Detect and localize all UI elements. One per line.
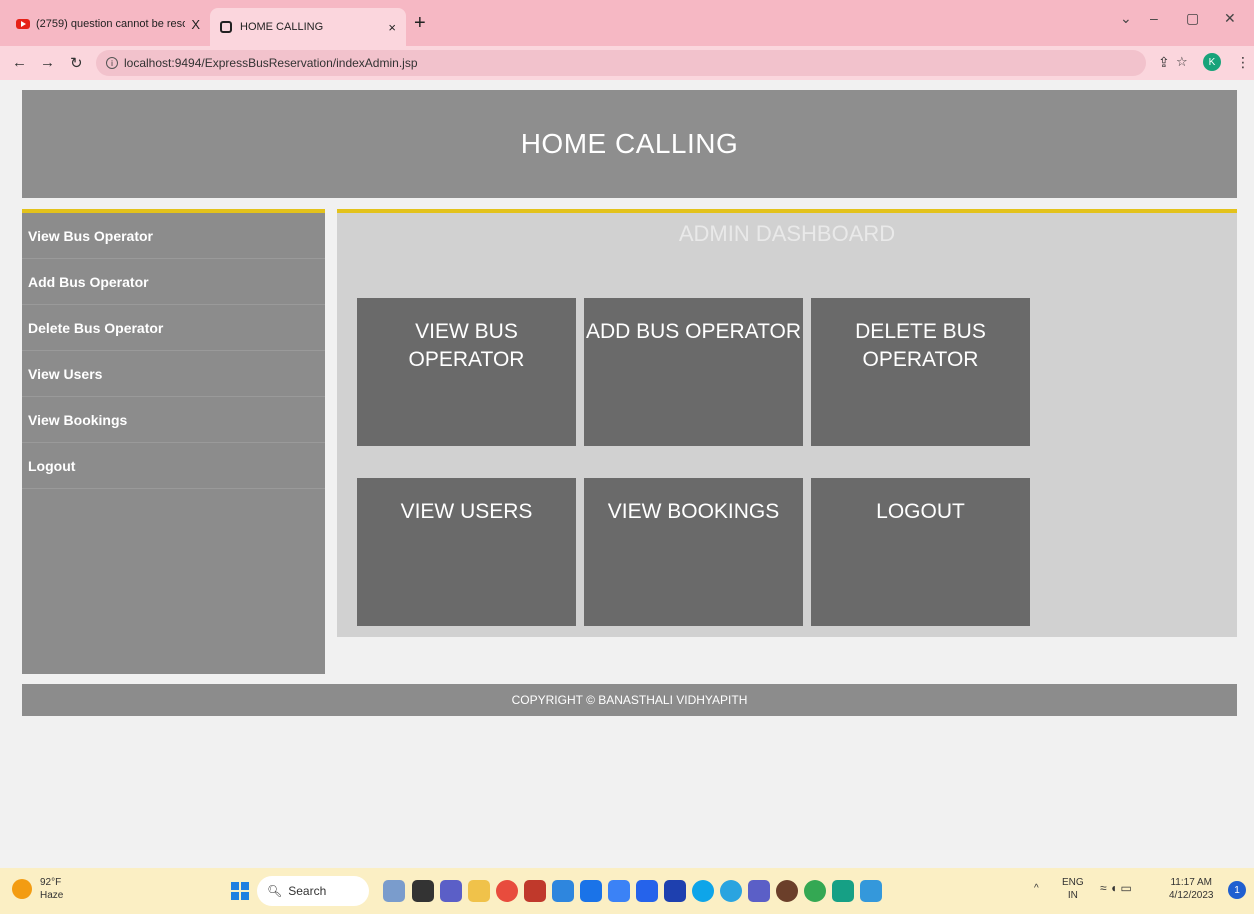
card-view-users[interactable]: VIEW USERS	[357, 478, 576, 626]
card-logout[interactable]: LOGOUT	[811, 478, 1030, 626]
forward-icon[interactable]: →	[40, 54, 55, 71]
network-volume-battery-icon[interactable]: ≈ ◖ ▭	[1100, 882, 1132, 895]
notification-badge[interactable]: 1	[1228, 881, 1246, 899]
taskbar-search[interactable]: 🔍︎ Search	[257, 876, 369, 906]
url-text: localhost:9494/ExpressBusReservation/ind…	[124, 56, 418, 70]
new-tab-button[interactable]: +	[414, 12, 426, 35]
minimize-icon[interactable]: –	[1150, 10, 1158, 26]
weather-temp: 92°F	[40, 877, 62, 888]
youtube-icon	[16, 19, 30, 29]
tab-close-icon[interactable]: X	[191, 17, 200, 32]
widgets-icon[interactable]	[383, 880, 405, 902]
close-window-icon[interactable]: ✕	[1224, 10, 1236, 27]
restore-icon[interactable]: ▢	[1186, 10, 1199, 27]
search-label: Search	[288, 884, 327, 898]
sidebar-item-view-bus-operator[interactable]: View Bus Operator	[22, 213, 325, 259]
page-content: HOME CALLING View Bus Operator Add Bus O…	[0, 80, 1254, 850]
clock-time: 11:17 AM	[1170, 877, 1212, 888]
tab-label: (2759) question cannot be resolv	[36, 18, 186, 30]
sidebar-item-add-bus-operator[interactable]: Add Bus Operator	[22, 259, 325, 305]
tab-home-calling[interactable]: HOME CALLING ×	[210, 8, 406, 46]
menu-icon[interactable]: ⋮	[1236, 54, 1250, 71]
card-add-bus-operator[interactable]: ADD BUS OPERATOR	[584, 298, 803, 446]
chat-icon[interactable]	[440, 880, 462, 902]
app-icon[interactable]	[832, 880, 854, 902]
sidebar-item-delete-bus-operator[interactable]: Delete Bus Operator	[22, 305, 325, 351]
app-icon[interactable]	[776, 880, 798, 902]
address-bar-row: ← → ↻ i localhost:9494/ExpressBusReserva…	[0, 46, 1254, 80]
system-clock[interactable]: 11:17 AM 4/12/2023	[1169, 876, 1214, 902]
language-top: ENG	[1062, 877, 1084, 888]
calculator-icon[interactable]	[664, 880, 686, 902]
site-header: HOME CALLING	[22, 90, 1237, 198]
show-hidden-icons[interactable]: ^	[1034, 882, 1039, 895]
taskbar: 92°F Haze 🔍︎ Search ^ ENG IN ≈ ◖ ▭ 11:17…	[0, 868, 1254, 914]
file-explorer-icon[interactable]	[468, 880, 490, 902]
sidebar: View Bus Operator Add Bus Operator Delet…	[22, 209, 325, 674]
app-l-icon[interactable]	[580, 880, 602, 902]
language-indicator[interactable]: ENG IN	[1062, 876, 1084, 902]
site-info-icon[interactable]: i	[106, 57, 118, 69]
mcafee-icon[interactable]	[524, 880, 546, 902]
search-icon: 🔍︎	[267, 884, 283, 898]
tab-search-icon[interactable]: ⌄	[1120, 10, 1132, 27]
url-field[interactable]: i localhost:9494/ExpressBusReservation/i…	[96, 50, 1146, 76]
site-title: HOME CALLING	[520, 128, 739, 159]
weather-condition: Haze	[40, 890, 64, 901]
share-icon[interactable]: ⇪	[1158, 54, 1170, 71]
reload-icon[interactable]: ↻	[70, 54, 83, 72]
bus-icon	[220, 21, 232, 33]
edge-icon[interactable]	[692, 880, 714, 902]
browser-tab-strip: (2759) question cannot be resolv X HOME …	[0, 0, 1254, 46]
back-icon[interactable]: ←	[12, 54, 27, 71]
photos-icon[interactable]	[860, 880, 882, 902]
weather-widget[interactable]: 92°F Haze	[12, 876, 63, 902]
chrome-icon[interactable]	[496, 880, 518, 902]
card-view-bus-operator[interactable]: VIEW BUS OPERATOR	[357, 298, 576, 446]
app-icon[interactable]	[608, 880, 630, 902]
telegram-icon[interactable]	[720, 880, 742, 902]
dashboard-panel: ADMIN DASHBOARD VIEW BUS OPERATOR ADD BU…	[337, 209, 1237, 637]
dashboard-title: ADMIN DASHBOARD	[678, 221, 896, 246]
sidebar-item-view-users[interactable]: View Users	[22, 351, 325, 397]
tab-youtube[interactable]: (2759) question cannot be resolv X	[8, 8, 208, 40]
sidebar-item-view-bookings[interactable]: View Bookings	[22, 397, 325, 443]
tab-close-icon[interactable]: ×	[388, 20, 396, 35]
tab-label: HOME CALLING	[240, 21, 324, 33]
windows-start-icon[interactable]	[231, 882, 249, 900]
bookmark-star-icon[interactable]: ☆	[1176, 54, 1188, 70]
site-footer: COPYRIGHT © BANASTHALI VIDHYAPITH	[22, 684, 1237, 716]
card-delete-bus-operator[interactable]: DELETE BUS OPERATOR	[811, 298, 1030, 446]
teams-icon[interactable]	[748, 880, 770, 902]
profile-avatar[interactable]: K	[1203, 53, 1221, 71]
clock-date: 4/12/2023	[1169, 890, 1214, 901]
task-view-icon[interactable]	[412, 880, 434, 902]
card-view-bookings[interactable]: VIEW BOOKINGS	[584, 478, 803, 626]
language-bottom: IN	[1067, 890, 1078, 901]
app-icon[interactable]	[636, 880, 658, 902]
sidebar-item-logout[interactable]: Logout	[22, 443, 325, 489]
weather-sun-icon	[12, 879, 32, 899]
store-icon[interactable]	[552, 880, 574, 902]
chrome-profile-icon[interactable]	[804, 880, 826, 902]
